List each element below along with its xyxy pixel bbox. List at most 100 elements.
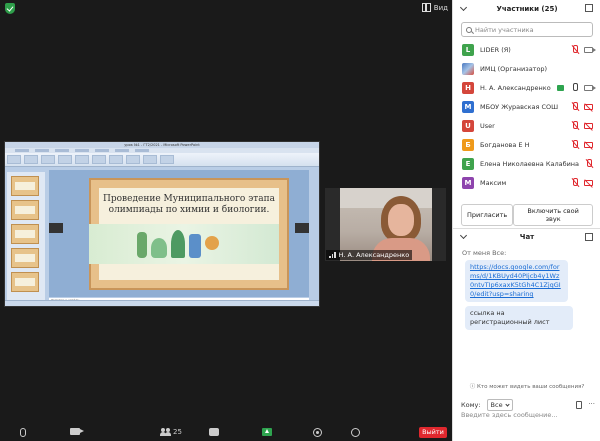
participant-list: L LIDER (Я) ИМЦ (Организатор) Н Н. А. Ал… [453,40,600,198]
invite-button[interactable]: Пригласить [461,204,514,226]
slide-nav-left [49,223,63,233]
participants-icon [160,428,171,436]
avatar: Е [462,157,474,170]
mic-muted-icon [571,178,579,187]
reactions-button[interactable] [351,428,360,437]
recipient-value: Все [490,401,503,409]
slide-area: Проведение Муниципального этапа олимпиад… [49,170,309,297]
shield-icon[interactable] [5,3,15,14]
person-face [388,204,414,236]
video-name-label: Н. А. Александренко [326,250,413,260]
unmute-self-button[interactable]: Включить свой звук [513,204,593,226]
slide-thumbnail [11,248,39,268]
meeting-toolbar: 25 Выйти [0,424,452,441]
participants-button[interactable]: 25 [160,428,182,436]
participant-name: LIDER (Я) [480,45,511,54]
slide-thumbnail [11,272,39,292]
chat-title: Чат [519,232,535,241]
video-button[interactable] [70,428,84,435]
camera-off-icon [584,179,593,186]
participant-name: Елена Николаевна Калабина [480,159,580,168]
participant-name: МБОУ Журавская СОШ [480,102,559,111]
current-slide: Проведение Муниципального этапа олимпиад… [89,178,289,290]
chat-input[interactable] [461,411,595,419]
record-icon [313,428,322,437]
view-button[interactable]: Вид [421,3,448,12]
more-icon[interactable]: ··· [588,401,595,409]
participant-video[interactable]: Н. А. Александренко [325,188,446,261]
chat-header: Чат [453,228,600,244]
avatar [462,62,474,75]
side-panel: Участники (25) L LIDER (Я) ИМЦ (Организа… [452,0,600,441]
participant-row[interactable]: Е Елена Николаевна Калабина [453,154,600,173]
avatar: Н [462,81,474,94]
slide-thumbnail [11,200,39,220]
flask-icon [151,238,167,258]
popout-icon[interactable] [585,4,593,12]
participant-row[interactable]: Б Богданова Е Н [453,135,600,154]
camera-icon [584,46,596,53]
mic-muted-icon [571,121,579,130]
recipient-select[interactable]: Все [486,399,513,411]
chevron-down-icon[interactable] [459,3,468,12]
chat-message-link[interactable]: https://docs.google.com/forms/d/1KBUyd40… [465,260,568,302]
leave-button[interactable]: Выйти [419,427,447,438]
camera-icon [584,84,596,91]
meeting-view: Вид урок №1 - ГТ2/2021 - Microsoft Power… [0,0,452,441]
ppt-ribbon [5,153,319,167]
participant-actions: Пригласить Включить свой звук [453,204,600,226]
signal-icon [329,252,336,258]
record-button[interactable] [313,428,322,437]
participant-row[interactable]: М МБОУ Журавская СОШ [453,97,600,116]
participants-header: Участники (25) [453,0,600,17]
camera-off-icon [584,141,593,148]
participant-row[interactable]: U User [453,116,600,135]
participant-row[interactable]: L LIDER (Я) [453,40,600,59]
participant-name: User [480,121,495,130]
avatar: М [462,100,474,113]
file-icon[interactable] [576,401,583,409]
search-icon [466,26,472,33]
participant-row[interactable]: Н Н. А. Александренко [453,78,600,97]
share-screen-button[interactable] [262,428,272,436]
plant-icon [171,230,185,258]
participant-name: Богданова Е Н [480,140,530,149]
shared-screen: урок №1 - ГТ2/2021 - Microsoft PowerPoin… [4,141,320,307]
who-can-see-link[interactable]: Кто может видеть ваши сообщения? [453,382,600,390]
participant-search[interactable] [461,22,593,37]
avatar: U [462,119,474,132]
avatar: L [462,43,474,56]
participant-row[interactable]: М Максим [453,173,600,192]
search-input[interactable] [475,25,585,34]
camera-off-icon [584,122,593,129]
view-grid-icon [421,3,431,12]
chat-sender-line: От меня Все: [462,249,507,257]
video-participant-name: Н. А. Александренко [338,251,410,259]
mic-muted-icon [571,45,579,54]
chat-icon [209,428,219,436]
molecule-icon [205,236,219,250]
to-label: Кому: [461,401,481,409]
mute-button[interactable] [20,428,26,437]
slide-nav-right [295,223,309,233]
slide-thumbnails [7,172,45,300]
slide-title: Проведение Муниципального этапа олимпиад… [103,194,275,215]
chat-message: ссылка на регистрационный лист [465,306,573,330]
avatar: Б [462,138,474,151]
mic-icon [20,428,26,437]
participant-name: ИМЦ (Организатор) [480,64,548,73]
chevron-down-icon[interactable] [459,231,468,240]
chat-button[interactable] [209,428,219,436]
slide-thumbnail [11,224,39,244]
popout-icon[interactable] [585,233,593,241]
reactions-icon [351,428,360,437]
avatar: М [462,176,474,189]
participant-row[interactable]: ИМЦ (Организатор) [453,59,600,78]
chat-recipient-row: Кому: Все ··· [461,399,595,411]
view-label: Вид [433,3,448,12]
participant-name: Максим [480,178,507,187]
mic-muted-icon [571,140,579,149]
camera-off-icon [584,103,593,110]
mic-muted-icon [571,102,579,111]
participants-title: Участники (25) [496,4,558,13]
